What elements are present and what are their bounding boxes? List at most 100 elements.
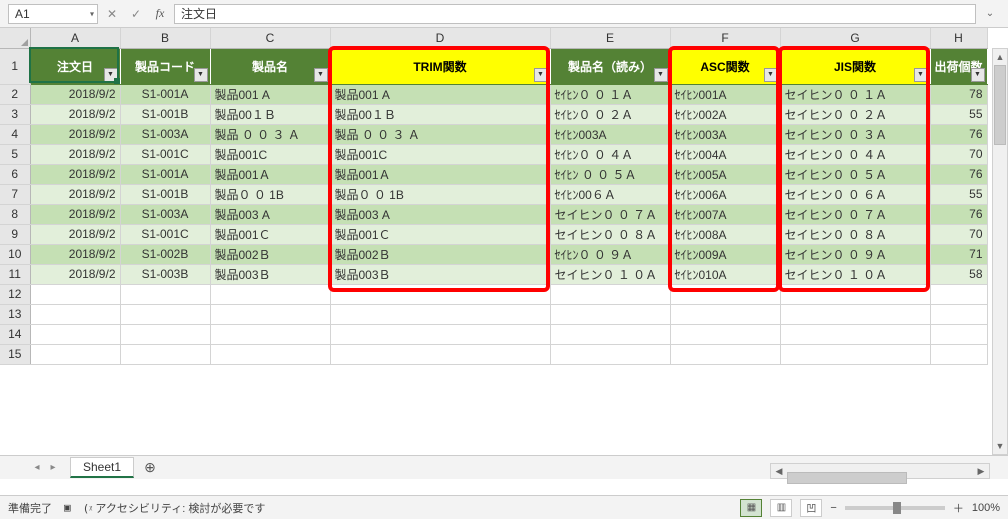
scroll-down-icon[interactable]: ▼: [996, 438, 1005, 454]
scroll-track[interactable]: [993, 65, 1007, 438]
cell-A3[interactable]: 2018/9/2: [30, 104, 120, 124]
zoom-out-button[interactable]: −: [830, 502, 836, 514]
zoom-in-button[interactable]: ＋: [953, 500, 964, 516]
cell-F4[interactable]: ｾｲﾋﾝ003A: [670, 124, 780, 144]
cell-D10[interactable]: 製品002Ｂ: [330, 244, 550, 264]
normal-view-button[interactable]: ▦: [740, 499, 762, 517]
cell-G11[interactable]: セイヒン０ １ ０Ａ: [780, 264, 930, 284]
tab-first-icon[interactable]: ◂: [30, 461, 44, 475]
filter-button-A[interactable]: ▼: [104, 68, 118, 82]
cell-H9[interactable]: 70: [930, 224, 987, 244]
cell-A8[interactable]: 2018/9/2: [30, 204, 120, 224]
row-header-8[interactable]: 8: [0, 204, 30, 224]
cell-B9[interactable]: S1-001C: [120, 224, 210, 244]
cell-A5[interactable]: 2018/9/2: [30, 144, 120, 164]
cell-A2[interactable]: 2018/9/2: [30, 84, 120, 104]
cell-C4[interactable]: 製品 ０ ０ ３ Ａ: [210, 124, 330, 144]
horizontal-scrollbar[interactable]: ◀ ▶: [770, 463, 990, 479]
vertical-scrollbar[interactable]: ▲ ▼: [992, 48, 1008, 455]
cell-G6[interactable]: セイヒン０ ０ ５Ａ: [780, 164, 930, 184]
column-header-C[interactable]: C: [210, 28, 330, 48]
cell-G14[interactable]: [780, 324, 930, 344]
cell-H12[interactable]: [930, 284, 987, 304]
zoom-level[interactable]: 100%: [972, 502, 1000, 514]
filter-button-D[interactable]: ▼: [534, 68, 548, 82]
cell-H5[interactable]: 70: [930, 144, 987, 164]
cell-H11[interactable]: 58: [930, 264, 987, 284]
column-header-F[interactable]: F: [670, 28, 780, 48]
header-cell-B[interactable]: 製品コード▼: [120, 48, 210, 84]
cell-C6[interactable]: 製品001Ａ: [210, 164, 330, 184]
cell-A11[interactable]: 2018/9/2: [30, 264, 120, 284]
cell-H3[interactable]: 55: [930, 104, 987, 124]
accessibility-status[interactable]: (ᵡ アクセシビリティ: 検討が必要です: [83, 500, 266, 516]
cell-C2[interactable]: 製品001 A: [210, 84, 330, 104]
column-header-G[interactable]: G: [780, 28, 930, 48]
cell-B10[interactable]: S1-002B: [120, 244, 210, 264]
cell-F6[interactable]: ｾｲﾋﾝ005A: [670, 164, 780, 184]
formula-input[interactable]: 注文日: [174, 4, 976, 24]
cell-G5[interactable]: セイヒン０ ０ ４Ａ: [780, 144, 930, 164]
header-cell-A[interactable]: 注文日▼: [30, 48, 120, 84]
cell-D3[interactable]: 製品00１Ｂ: [330, 104, 550, 124]
cell-C14[interactable]: [210, 324, 330, 344]
page-layout-view-button[interactable]: ▥: [770, 499, 792, 517]
cell-E12[interactable]: [550, 284, 670, 304]
cell-G13[interactable]: [780, 304, 930, 324]
filter-button-G[interactable]: ▼: [914, 68, 928, 82]
column-header-E[interactable]: E: [550, 28, 670, 48]
row-header-10[interactable]: 10: [0, 244, 30, 264]
row-header-11[interactable]: 11: [0, 264, 30, 284]
cell-D7[interactable]: 製品０ ０ 1B: [330, 184, 550, 204]
cell-H6[interactable]: 76: [930, 164, 987, 184]
cell-H15[interactable]: [930, 344, 987, 364]
cell-D12[interactable]: [330, 284, 550, 304]
cell-E6[interactable]: ｾｲﾋﾝ ０ ０ ５Ａ: [550, 164, 670, 184]
column-header-A[interactable]: A: [30, 28, 120, 48]
cell-E10[interactable]: ｾｲﾋﾝ０ ０ ９Ａ: [550, 244, 670, 264]
filter-button-C[interactable]: ▼: [314, 68, 328, 82]
cell-B12[interactable]: [120, 284, 210, 304]
macro-record-icon[interactable]: ▣: [64, 501, 71, 514]
sheet-tab-active[interactable]: Sheet1: [70, 457, 134, 478]
filter-button-H[interactable]: ▼: [971, 68, 985, 82]
cell-A13[interactable]: [30, 304, 120, 324]
cell-F15[interactable]: [670, 344, 780, 364]
cell-E3[interactable]: ｾｲﾋﾝ０ ０ ２Ａ: [550, 104, 670, 124]
header-cell-E[interactable]: 製品名（読み）▼: [550, 48, 670, 84]
cell-G3[interactable]: セイヒン０ ０ ２Ａ: [780, 104, 930, 124]
cell-C9[interactable]: 製品001Ｃ: [210, 224, 330, 244]
row-header-6[interactable]: 6: [0, 164, 30, 184]
cell-E15[interactable]: [550, 344, 670, 364]
cell-E14[interactable]: [550, 324, 670, 344]
cell-C12[interactable]: [210, 284, 330, 304]
header-cell-G[interactable]: JIS関数▼: [780, 48, 930, 84]
cell-A14[interactable]: [30, 324, 120, 344]
cell-H4[interactable]: 76: [930, 124, 987, 144]
cell-H8[interactable]: 76: [930, 204, 987, 224]
filter-button-F[interactable]: ▼: [764, 68, 778, 82]
cell-C10[interactable]: 製品002Ｂ: [210, 244, 330, 264]
cell-G15[interactable]: [780, 344, 930, 364]
cell-E9[interactable]: セイヒン０ ０ ８Ａ: [550, 224, 670, 244]
cell-C3[interactable]: 製品00１Ｂ: [210, 104, 330, 124]
cell-D6[interactable]: 製品001Ａ: [330, 164, 550, 184]
cell-G8[interactable]: セイヒン０ ０ ７Ａ: [780, 204, 930, 224]
cell-E8[interactable]: セイヒン０ ０ ７Ａ: [550, 204, 670, 224]
tab-next-icon[interactable]: ▸: [46, 461, 60, 475]
cell-H7[interactable]: 55: [930, 184, 987, 204]
cell-D11[interactable]: 製品003Ｂ: [330, 264, 550, 284]
filter-button-E[interactable]: ▼: [654, 68, 668, 82]
cell-G4[interactable]: セイヒン０ ０ ３Ａ: [780, 124, 930, 144]
cell-H10[interactable]: 71: [930, 244, 987, 264]
row-header-4[interactable]: 4: [0, 124, 30, 144]
cell-C5[interactable]: 製品001C: [210, 144, 330, 164]
cell-D9[interactable]: 製品001Ｃ: [330, 224, 550, 244]
cell-A10[interactable]: 2018/9/2: [30, 244, 120, 264]
row-header-15[interactable]: 15: [0, 344, 30, 364]
header-cell-H[interactable]: 出荷個数▼: [930, 48, 987, 84]
row-header-7[interactable]: 7: [0, 184, 30, 204]
page-break-view-button[interactable]: 凹: [800, 499, 822, 517]
cell-F11[interactable]: ｾｲﾋﾝ010A: [670, 264, 780, 284]
cell-A7[interactable]: 2018/9/2: [30, 184, 120, 204]
